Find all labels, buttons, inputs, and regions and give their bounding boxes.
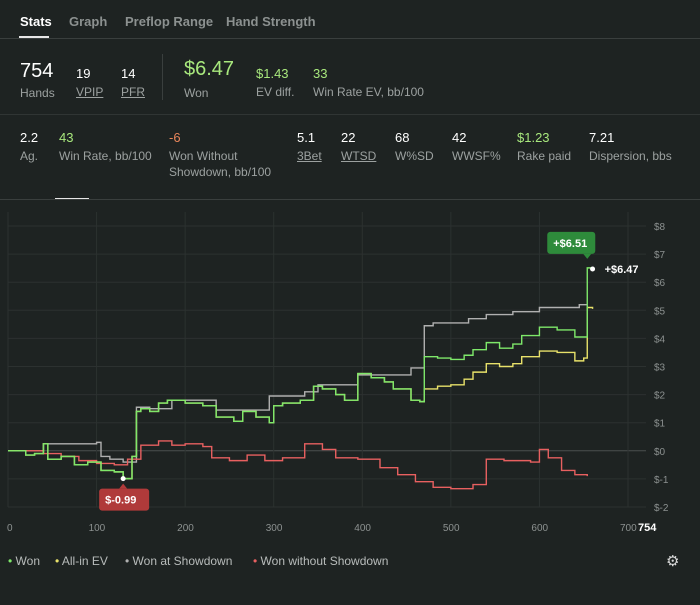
stat-wsd-value: 68 bbox=[395, 130, 410, 145]
y-tick-label: $7 bbox=[654, 250, 666, 261]
tab-hand-strength[interactable]: Hand Strength bbox=[226, 14, 316, 29]
stat-won-without-showdown-value: -6 bbox=[169, 130, 181, 145]
stat-winrate-value: 43 bbox=[59, 130, 74, 145]
stat-3bet: 5.1 3Bet bbox=[297, 130, 322, 164]
series-line-won-at-showdown bbox=[8, 303, 588, 463]
x-tick-label: 700 bbox=[620, 523, 637, 534]
x-tick-label: 200 bbox=[177, 523, 194, 534]
end-value-label: +$6.47 bbox=[605, 264, 639, 276]
stat-ev-diff-label: EV diff. bbox=[256, 85, 295, 99]
series-line-won bbox=[8, 267, 594, 480]
stat-winrate: 43 Win Rate, bb/100 bbox=[59, 130, 152, 164]
series-line-won-without-showdown bbox=[8, 440, 588, 490]
legend-dot: • bbox=[125, 554, 133, 568]
legend-label: Won bbox=[15, 554, 41, 568]
stat-wwsf-value: 42 bbox=[452, 130, 467, 145]
stat-hands-label: Hands bbox=[20, 86, 55, 100]
legend-item[interactable]: • Won bbox=[8, 554, 40, 568]
max-badge-text: +$6.51 bbox=[553, 238, 587, 250]
legend-label: All-in EV bbox=[61, 554, 108, 568]
tab-graph[interactable]: Graph bbox=[69, 14, 107, 29]
stat-pfr: 14 PFR bbox=[121, 66, 145, 100]
min-badge-text: $-0.99 bbox=[105, 495, 136, 507]
legend-dot: • bbox=[253, 554, 261, 568]
stats-separator bbox=[0, 114, 700, 115]
y-tick-label: $2 bbox=[654, 391, 666, 402]
stat-wtsd: 22 WTSD bbox=[341, 130, 376, 164]
gear-icon[interactable]: ⚙ bbox=[666, 552, 679, 570]
stat-won-label: Won bbox=[184, 86, 209, 100]
x-tick-label: 400 bbox=[354, 523, 371, 534]
x-tick-label: 300 bbox=[266, 523, 283, 534]
stat-wtsd-value: 22 bbox=[341, 130, 356, 145]
stat-rake-label: Rake paid bbox=[517, 149, 572, 163]
y-tick-label: $0 bbox=[654, 447, 666, 458]
bankroll-graph[interactable]: $8 $7 $6 $5 $4 $3 $2 $1 $0 $-1 $-2 0 100 200 300 400 500… bbox=[0, 200, 700, 540]
stat-winrate-ev-value: 33 bbox=[313, 66, 328, 81]
y-tick-label: $6 bbox=[654, 278, 666, 289]
series-line-allin-ev bbox=[8, 306, 594, 480]
stat-wwsf: 42 WWSF% bbox=[452, 130, 501, 164]
y-tick-label: $1 bbox=[654, 419, 666, 430]
stat-vpip: 19 VPIP bbox=[76, 66, 103, 100]
stat-ag-value: 2.2 bbox=[20, 130, 39, 145]
stat-hands: 754 Hands bbox=[20, 60, 55, 101]
x-tick-label: 600 bbox=[531, 523, 548, 534]
stat-won-without-showdown-label-1: Won Without bbox=[169, 149, 238, 163]
stat-pfr-label[interactable]: PFR bbox=[121, 84, 145, 100]
stat-dispersion: 7.21 Dispersion, bbs bbox=[589, 130, 672, 164]
x-tick-label: 100 bbox=[89, 523, 106, 534]
stat-ag-label: Ag. bbox=[20, 149, 39, 163]
legend-dot: • bbox=[55, 554, 62, 568]
legend-label: Won at Showdown bbox=[132, 554, 233, 568]
min-point-marker bbox=[120, 476, 126, 482]
y-tick-label: $5 bbox=[654, 306, 666, 317]
stat-dispersion-value: 7.21 bbox=[589, 130, 615, 145]
y-tick-label: $4 bbox=[654, 334, 666, 345]
stat-winrate-label: Win Rate, bb/100 bbox=[59, 149, 152, 163]
stat-winrate-ev: 33 Win Rate EV, bb/100 bbox=[313, 66, 424, 100]
stat-vpip-label[interactable]: VPIP bbox=[76, 84, 103, 100]
stat-wsd: 68 W%SD bbox=[395, 130, 434, 164]
tab-preflop-range[interactable]: Preflop Range bbox=[125, 14, 213, 29]
legend-item[interactable]: • Won without Showdown bbox=[253, 554, 388, 568]
stat-rake-value: $1.23 bbox=[517, 130, 550, 145]
min-badge-pointer bbox=[119, 483, 128, 489]
stats-divider bbox=[162, 54, 163, 100]
stat-3bet-value: 5.1 bbox=[297, 130, 316, 145]
stat-pfr-value: 14 bbox=[121, 66, 136, 81]
y-tick-label: $-2 bbox=[654, 503, 669, 514]
stat-wwsf-label: WWSF% bbox=[452, 149, 501, 163]
active-tab-indicator bbox=[19, 36, 49, 38]
stat-hands-value: 754 bbox=[20, 60, 54, 82]
y-tick-label: $3 bbox=[654, 363, 666, 374]
end-point-marker bbox=[590, 266, 596, 272]
legend-dot: • bbox=[8, 554, 16, 568]
stat-won-without-showdown-label-2: Showdown, bb/100 bbox=[169, 165, 272, 179]
stat-wsd-label: W%SD bbox=[395, 149, 434, 163]
x-tick-label: 500 bbox=[443, 523, 460, 534]
stat-vpip-value: 19 bbox=[76, 66, 91, 81]
stat-won-without-showdown: -6 Won Without Showdown, bb/100 bbox=[169, 130, 271, 180]
stat-rake: $1.23 Rake paid bbox=[517, 130, 571, 164]
stat-ev-diff-value: $1.43 bbox=[256, 66, 289, 81]
legend-item[interactable]: • All-in EV bbox=[55, 554, 108, 568]
stat-wtsd-label[interactable]: WTSD bbox=[341, 148, 376, 164]
stat-3bet-label[interactable]: 3Bet bbox=[297, 148, 322, 164]
stat-winrate-ev-label: Win Rate EV, bb/100 bbox=[313, 85, 424, 99]
stat-ag: 2.2 Ag. bbox=[20, 130, 38, 164]
x-end-label: 754 bbox=[638, 522, 657, 534]
y-tick-label: $8 bbox=[654, 222, 666, 233]
legend-label: Won without Showdown bbox=[260, 554, 389, 568]
tab-bar: Stats Graph Preflop Range Hand Strength bbox=[0, 0, 700, 39]
stat-ev-diff: $1.43 EV diff. bbox=[256, 66, 294, 100]
tab-stats[interactable]: Stats bbox=[20, 14, 52, 29]
max-badge-pointer bbox=[583, 253, 592, 259]
x-tick-label: 0 bbox=[7, 523, 13, 534]
stat-dispersion-label: Dispersion, bbs bbox=[589, 149, 672, 163]
y-tick-label: $-1 bbox=[654, 475, 669, 486]
stat-won-value: $6.47 bbox=[184, 58, 235, 80]
stat-won: $6.47 Won bbox=[184, 58, 234, 101]
legend-item[interactable]: • Won at Showdown bbox=[125, 554, 232, 568]
